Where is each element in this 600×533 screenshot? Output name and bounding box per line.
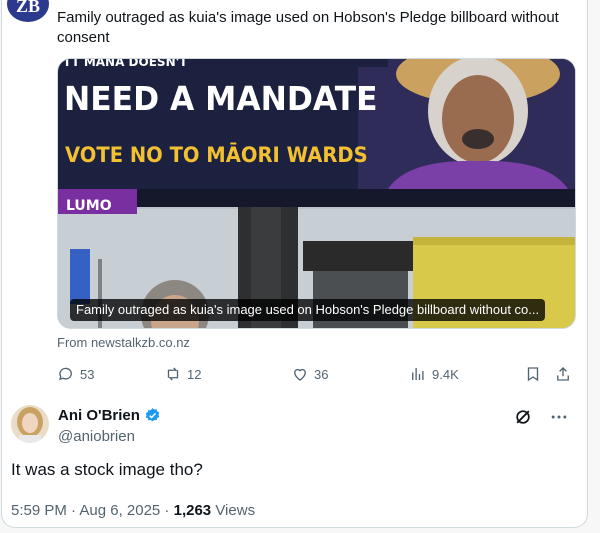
tweet-metadata: 5:59 PM · Aug 6, 2025 · 1,263 Views xyxy=(11,502,255,519)
card-caption: Family outraged as kuia's image used on … xyxy=(70,299,546,321)
action-bar: 53 12 36 9.4K xyxy=(57,364,577,384)
share-button[interactable] xyxy=(554,364,572,384)
tweet-text: It was a stock image tho? xyxy=(11,460,203,479)
reply-icon xyxy=(59,367,72,381)
views-count: 9.4K xyxy=(432,366,459,382)
heart-icon xyxy=(294,368,306,381)
views-button[interactable]: 9.4K xyxy=(409,364,459,384)
bookmark-button[interactable] xyxy=(524,364,542,384)
reply-button[interactable]: 53 xyxy=(57,364,94,384)
link-source[interactable]: From newstalkzb.co.nz xyxy=(57,335,190,350)
tweet-top-actions xyxy=(513,407,569,427)
views-label: Views xyxy=(211,502,256,519)
svg-text:TT MANA DOESN'T: TT MANA DOESN'T xyxy=(63,59,188,69)
repost-count: 12 xyxy=(187,366,202,382)
analytics-icon xyxy=(412,368,424,380)
link-card[interactable]: TT MANA DOESN'T NEED A MANDATE VOTE NO T… xyxy=(57,58,576,329)
verified-badge-icon xyxy=(145,408,160,422)
like-count: 36 xyxy=(314,366,329,382)
view-count: 1,263 xyxy=(173,502,212,519)
like-button[interactable]: 36 xyxy=(291,364,328,384)
grok-icon[interactable] xyxy=(513,407,533,427)
display-name[interactable]: Ani O'Brien xyxy=(58,407,161,424)
reply-count: 53 xyxy=(80,366,95,382)
avatar-text: ZB xyxy=(15,0,40,16)
timestamp[interactable]: 5:59 PM · Aug 6, 2025 · xyxy=(11,502,174,519)
bookmark-icon xyxy=(527,367,539,382)
repost-button[interactable]: 12 xyxy=(164,364,201,384)
billboard-subheadline: VOTE NO TO MĀORI WARDS xyxy=(65,143,368,167)
share-icon xyxy=(557,367,569,381)
user-avatar[interactable] xyxy=(11,405,49,443)
lumo-logo: LUMO xyxy=(66,198,112,214)
user-handle[interactable]: @aniobrien xyxy=(58,428,135,445)
more-options-icon[interactable] xyxy=(549,407,569,427)
tweet-thread: ZB Family outraged as kuia's image used … xyxy=(1,0,588,528)
display-name-text: Ani O'Brien xyxy=(58,407,140,424)
quoted-tweet-text: Family outraged as kuia's image used on … xyxy=(57,9,559,46)
avatar-image xyxy=(11,405,49,443)
newstalkzb-avatar[interactable]: ZB xyxy=(7,0,49,22)
billboard-headline: NEED A MANDATE xyxy=(64,79,378,118)
repost-icon xyxy=(167,367,179,381)
